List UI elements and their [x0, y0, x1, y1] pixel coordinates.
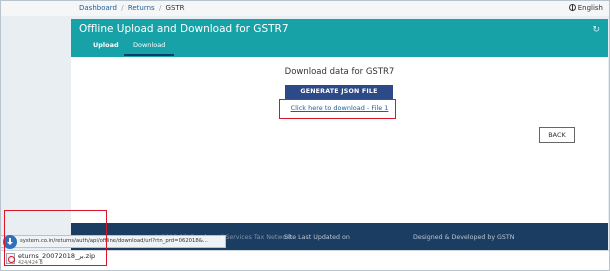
back-button[interactable]: BACK [539, 127, 575, 143]
breadcrumb-returns[interactable]: Returns [128, 4, 155, 12]
highlight-box-download-link [279, 99, 396, 119]
language-selector[interactable]: English [568, 3, 603, 13]
breadcrumb-separator: / [158, 4, 162, 12]
active-tab-indicator [124, 54, 174, 56]
tab-download[interactable]: Download [126, 40, 172, 54]
refresh-icon[interactable]: ↻ [592, 25, 600, 35]
breadcrumb: Dashboard / Returns / GSTR [79, 4, 185, 13]
download-panel: Download data for GSTR7 GENERATE JSON FI… [71, 57, 608, 223]
globe-icon [568, 4, 576, 11]
page-title: Offline Upload and Download for GSTR7 [79, 23, 289, 35]
breadcrumb-separator: / [121, 4, 124, 12]
language-label: English [577, 4, 603, 12]
generate-json-button[interactable]: GENERATE JSON FILE [285, 85, 393, 99]
highlight-box-download-shelf [4, 210, 107, 266]
breadcrumb-dashboard[interactable]: Dashboard [79, 4, 117, 12]
tab-upload[interactable]: Upload [93, 40, 119, 54]
footer-last-updated: Site Last Updated on [284, 234, 350, 241]
breadcrumb-current: GSTR [165, 4, 185, 12]
footer-developed-by: Designed & Developed by GSTN [413, 234, 515, 241]
download-heading: Download data for GSTR7 [284, 67, 395, 77]
breadcrumb-bar: Dashboard / Returns / GSTR English [1, 1, 609, 16]
page-header: Offline Upload and Download for GSTR7 ↻ … [71, 19, 608, 57]
